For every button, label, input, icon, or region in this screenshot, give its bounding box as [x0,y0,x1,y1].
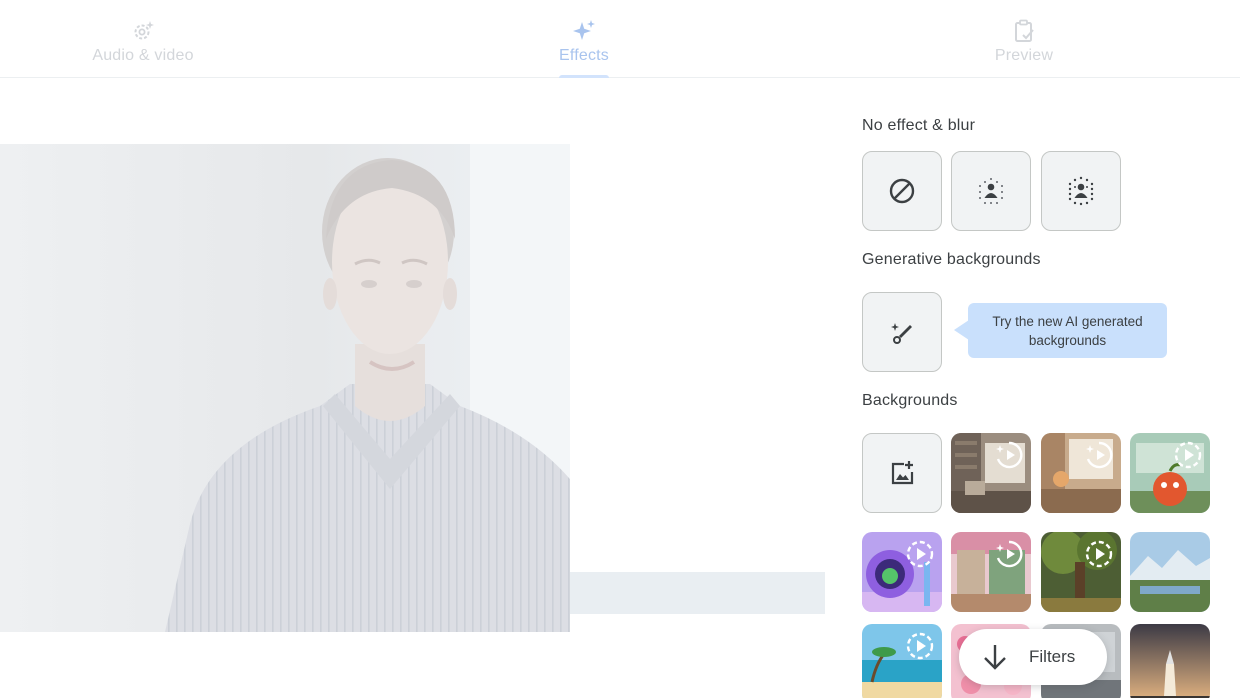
tab-preview[interactable]: Preview [904,0,1144,78]
slight-blur-button[interactable] [951,151,1031,231]
camera-preview [0,144,570,632]
section-title-backgrounds: Backgrounds [862,392,958,409]
tab-active-indicator [559,75,609,78]
play-icon [906,540,934,568]
generative-background-button[interactable] [862,292,942,372]
background-thumbnail-mountain-lake[interactable] [1130,532,1210,612]
slight-blur-icon [979,178,1003,204]
filters-button-label: Filters [1029,647,1076,666]
tab-preview-label: Preview [994,47,1054,64]
tab-effects-label: Effects [558,47,610,64]
tab-bar: Audio & video Effects Preview [0,0,1240,78]
background-thumbnail-cozy-room[interactable] [1041,433,1121,513]
full-blur-button[interactable] [1041,151,1121,231]
play-icon [906,632,934,660]
tab-audio-video[interactable]: Audio & video [23,0,263,78]
upload-background-button[interactable] [862,433,942,513]
full-blur-icon [1068,176,1094,206]
sparkle-play-icon [1086,441,1113,469]
person-video-frame [0,144,570,632]
section-title-no-effect: No effect & blur [862,117,976,134]
ai-backgrounds-tooltip: Try the new AI generated backgrounds [968,303,1167,358]
play-icon [1085,540,1113,568]
arrow-down-icon [979,641,1011,673]
no-effect-icon [889,178,915,204]
magic-brush-icon [891,323,912,344]
tab-effects[interactable]: Effects [464,0,704,78]
background-thumbnail-classroom-apple[interactable] [1130,433,1210,513]
filters-button[interactable]: Filters [959,629,1107,685]
add-image-icon [891,461,914,485]
sparkle-play-icon [996,441,1023,469]
clipboard-check-icon [1011,18,1037,44]
sparkle-play-icon [996,540,1023,568]
background-thumbnail-beach[interactable] [862,624,942,698]
sparkle-icon [571,18,597,44]
play-icon [1174,441,1202,469]
background-thumbnail-pod-monster[interactable] [862,532,942,612]
tooltip-arrow [954,320,969,340]
section-title-generative: Generative backgrounds [862,251,1041,268]
background-thumbnail-rocket-launch[interactable] [1130,624,1210,698]
background-thumbnail-zen-garden[interactable] [951,532,1031,612]
settings-sparkle-icon [130,18,156,44]
background-thumbnail-forest-tree[interactable] [1041,532,1121,612]
tab-audio-video-label: Audio & video [92,47,194,64]
video-background-extension [570,572,825,614]
no-effect-button[interactable] [862,151,942,231]
background-thumbnail-library-room[interactable] [951,433,1031,513]
